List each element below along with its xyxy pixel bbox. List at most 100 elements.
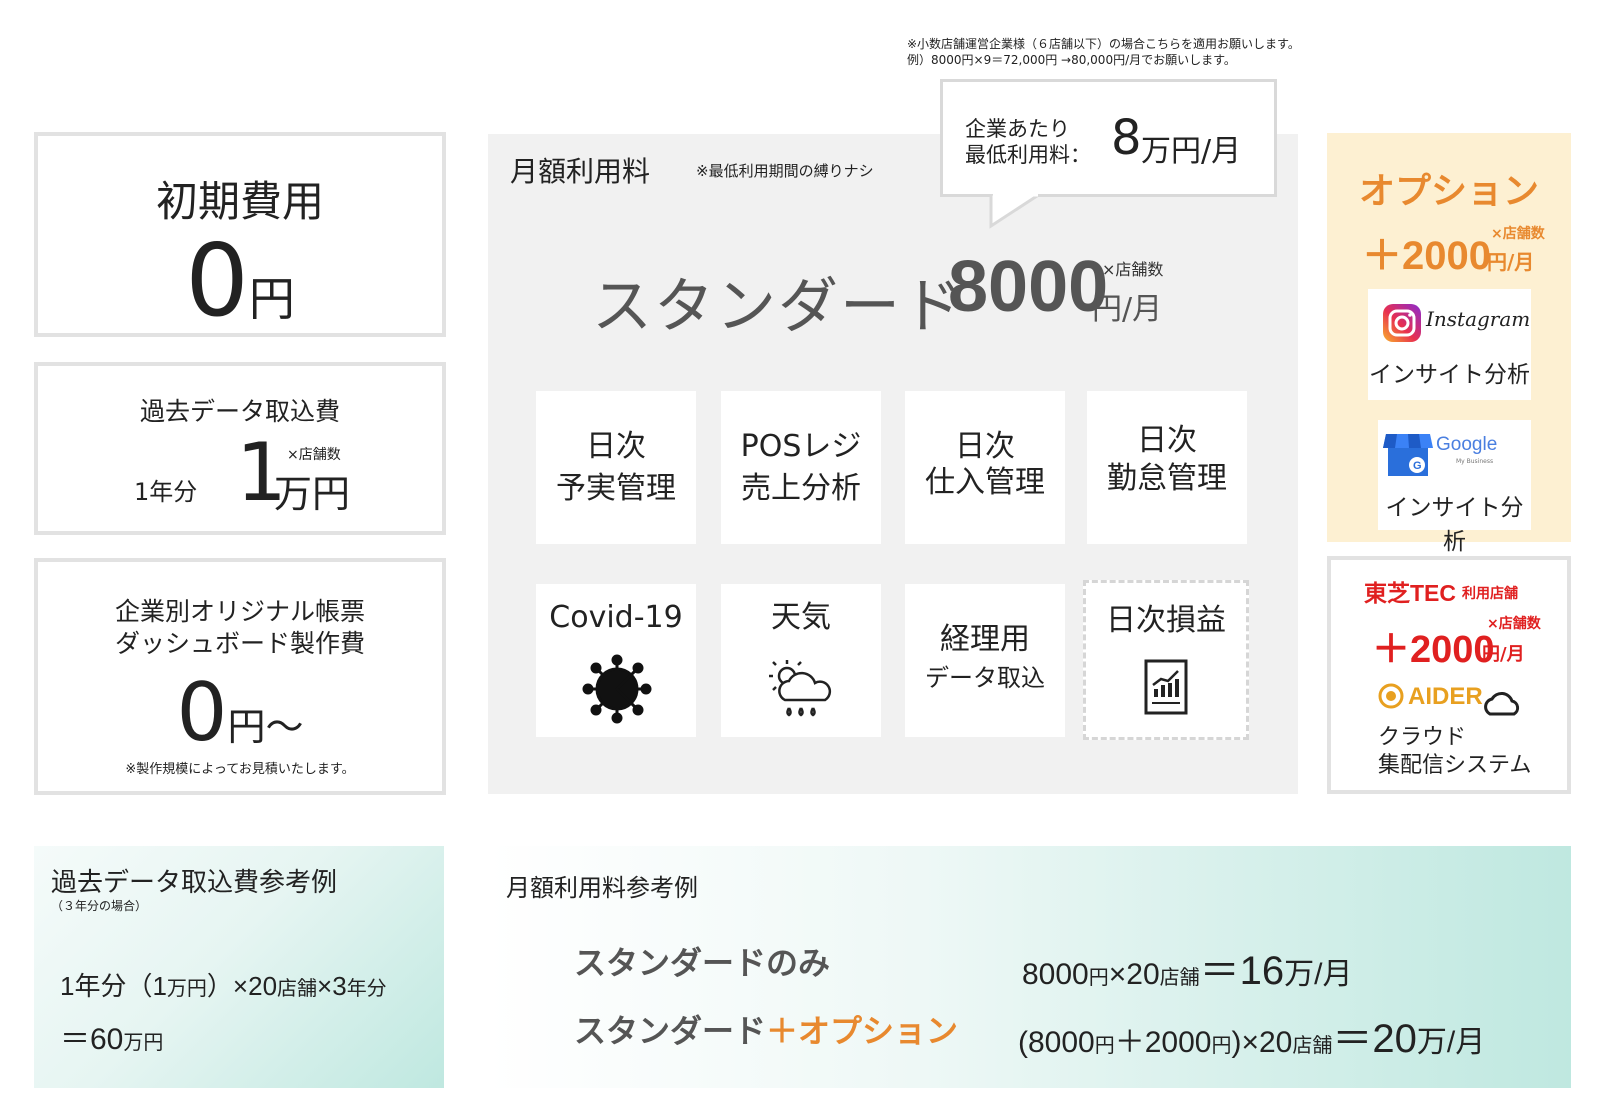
toshiba-tec-unit: 円/月 [1482,644,1525,665]
feature-daily-budget: 日次 予実管理 [536,391,696,544]
import-example-title: 過去データ取込費参考例 [51,868,338,898]
callout-tail [989,194,1043,229]
import-fee-period: 1年分 [134,478,198,506]
formula-part: 万/月 [1416,1026,1486,1059]
monthly-example-title: 月額利用料参考例 [506,874,698,902]
monthly-fee-title: 月額利用料 [510,155,651,188]
option-per-store: ×店舗数 [1491,226,1545,242]
minimum-fee-note: ※小数店舗運営企業様（６店舗以下）の場合こちらを適用お願いします。 例）8000… [907,36,1300,68]
report-fee-title-line-1: 企業別オリジナル帳票 [114,597,365,626]
google-insight-card: G Google My Business インサイト分析 [1378,420,1531,555]
formula-part: 店舗 [1292,1035,1333,1057]
report-fee-card: 企業別オリジナル帳票 ダッシュボード製作費 0円～ ※製作規模によってお見積いた… [34,558,446,795]
label-part: スタンダード [574,1012,767,1050]
feature-line-1: POSレジ [740,429,862,464]
instagram-icon [1383,304,1421,342]
feature-label: Covid-19 [549,600,683,635]
initial-fee-title: 初期費用 [155,177,324,226]
toshiba-tec-title: 東芝TEC [1364,580,1456,606]
feature-covid19: Covid-19 [536,584,696,737]
toshiba-tec-per-store: ×店舗数 [1487,616,1541,632]
standard-plan-per-store: ×店舗数 [1102,260,1164,279]
import-example-subtitle: （３年分の場合） [51,899,148,913]
note-line-2: 例）8000円×9＝72,000円 →80,000円/月でお願いします。 [907,53,1236,67]
report-fee-title-line-2: ダッシュボード製作費 [114,629,365,658]
example-row-1-label: スタンダードのみ [574,944,831,982]
formula-part: ×20 [1108,958,1160,991]
report-fee-note: ※製作規模によってお見積いたします。 [125,762,355,777]
callout-label: 企業あたり 最低利用料： [965,116,1091,168]
formula-part: ＝20 [1332,1017,1417,1061]
feature-daily-attendance: 日次 勤怠管理 [1087,391,1247,544]
feature-line-2: データ取込 [925,664,1045,692]
minimum-fee-callout: 企業あたり 最低利用料： 8 万円/月 [940,79,1277,197]
label-part-option: ＋オプション [766,1012,959,1050]
toshiba-tec-price: ＋2000 [1372,629,1495,671]
option-title: オプション [1358,171,1539,212]
formula-part: 年分 [346,978,387,1000]
initial-fee-price: 0円 [38,231,442,331]
feature-daily-purchase: 日次 仕入管理 [905,391,1065,544]
formula-part: 8000 [1022,958,1089,991]
cloud-line-1: クラウド [1378,725,1467,750]
svg-text:G: G [1413,460,1422,472]
feature-pos-sales: POSレジ 売上分析 [721,391,881,544]
formula-part: 1年分（1 [60,971,167,1001]
google-logo-subtext: My Business [1456,458,1494,465]
report-fee-unit: 円～ [227,705,304,749]
google-logo-word: Google [1436,434,1498,455]
import-fee-example-card: 過去データ取込費参考例 （３年分の場合） 1年分（1万円）×20店舗×3年分 ＝… [34,846,444,1088]
toshiba-tec-subtitle: 利用店舗 [1462,586,1518,602]
google-insight-label: インサイト分析 [1385,495,1524,555]
instagram-insight-label: インサイト分析 [1369,362,1530,388]
feature-line-1: 日次 [586,429,646,464]
option-price: ＋2000 [1362,234,1491,278]
callout-label-line-2: 最低利用料： [965,143,1091,167]
import-example-formula: 1年分（1万円）×20店舗×3年分 [60,966,387,1003]
feature-label: 日次損益 [1106,603,1226,638]
feature-line-1: 日次 [1137,423,1197,458]
feature-line-2: 予実管理 [556,471,676,506]
report-chart-icon [1144,659,1188,715]
formula-part: 店舗 [277,978,318,1000]
formula-part: 円 [1094,1035,1115,1057]
feature-line-2: 勤怠管理 [1107,461,1227,496]
report-fee-price: 0円～ [38,670,442,756]
feature-weather: 天気 [721,584,881,737]
result-value: ＝60 [60,1023,124,1056]
formula-part: ）×20 [206,971,278,1001]
standard-plan-name: スタンダード [592,272,964,342]
formula-part: 円 [1088,967,1109,989]
example-row-2-label: スタンダード＋オプション [574,1006,958,1052]
report-fee-value: 0 [176,666,228,759]
formula-part: (8000 [1018,1026,1095,1059]
feature-label: 天気 [771,600,831,635]
formula-part: )×20 [1231,1026,1293,1059]
feature-line-1: 経理用 [940,622,1030,657]
import-fee-title: 過去データ取込費 [139,397,340,426]
feature-line-2: 売上分析 [741,471,861,506]
cloud-icon [1484,692,1520,716]
callout-unit: 万円/月 [1141,134,1242,169]
example-row-2-formula: (8000円＋2000円)×20店舗＝20万/月 [1018,1006,1485,1064]
import-fee-unit: 万円 [274,472,351,516]
report-fee-title: 企業別オリジナル帳票 ダッシュボード製作費 [38,596,442,660]
monthly-fee-example-card: 月額利用料参考例 スタンダードのみ 8000円×20店舗＝16万/月 スタンダー… [488,846,1571,1088]
callout-value: 8 [1111,110,1142,166]
import-example-result: ＝60万円 [60,1014,163,1058]
example-row-1-formula: 8000円×20店舗＝16万/月 [1022,938,1352,996]
option-unit: 円/月 [1487,250,1535,274]
initial-fee-value: 0 [185,222,249,339]
import-fee-card: 過去データ取込費 1年分 1 ×店舗数 万円 [34,362,446,535]
instagram-insight-card: Instagram インサイト分析 [1368,289,1531,400]
initial-fee-unit: 円 [248,272,295,326]
formula-part: 万円 [166,978,207,1000]
formula-part: 万/月 [1284,958,1353,991]
feature-line-1: 日次 [955,429,1015,464]
cloud-distribution-label: クラウド 集配信システム [1378,724,1531,780]
feature-accounting-import: 経理用 データ取込 [905,584,1065,737]
feature-line-2: 仕入管理 [925,465,1045,500]
google-logo-text: Google [1436,434,1497,456]
aider-logo-text: AIDER [1408,683,1483,710]
cloud-line-2: 集配信システム [1378,753,1532,778]
